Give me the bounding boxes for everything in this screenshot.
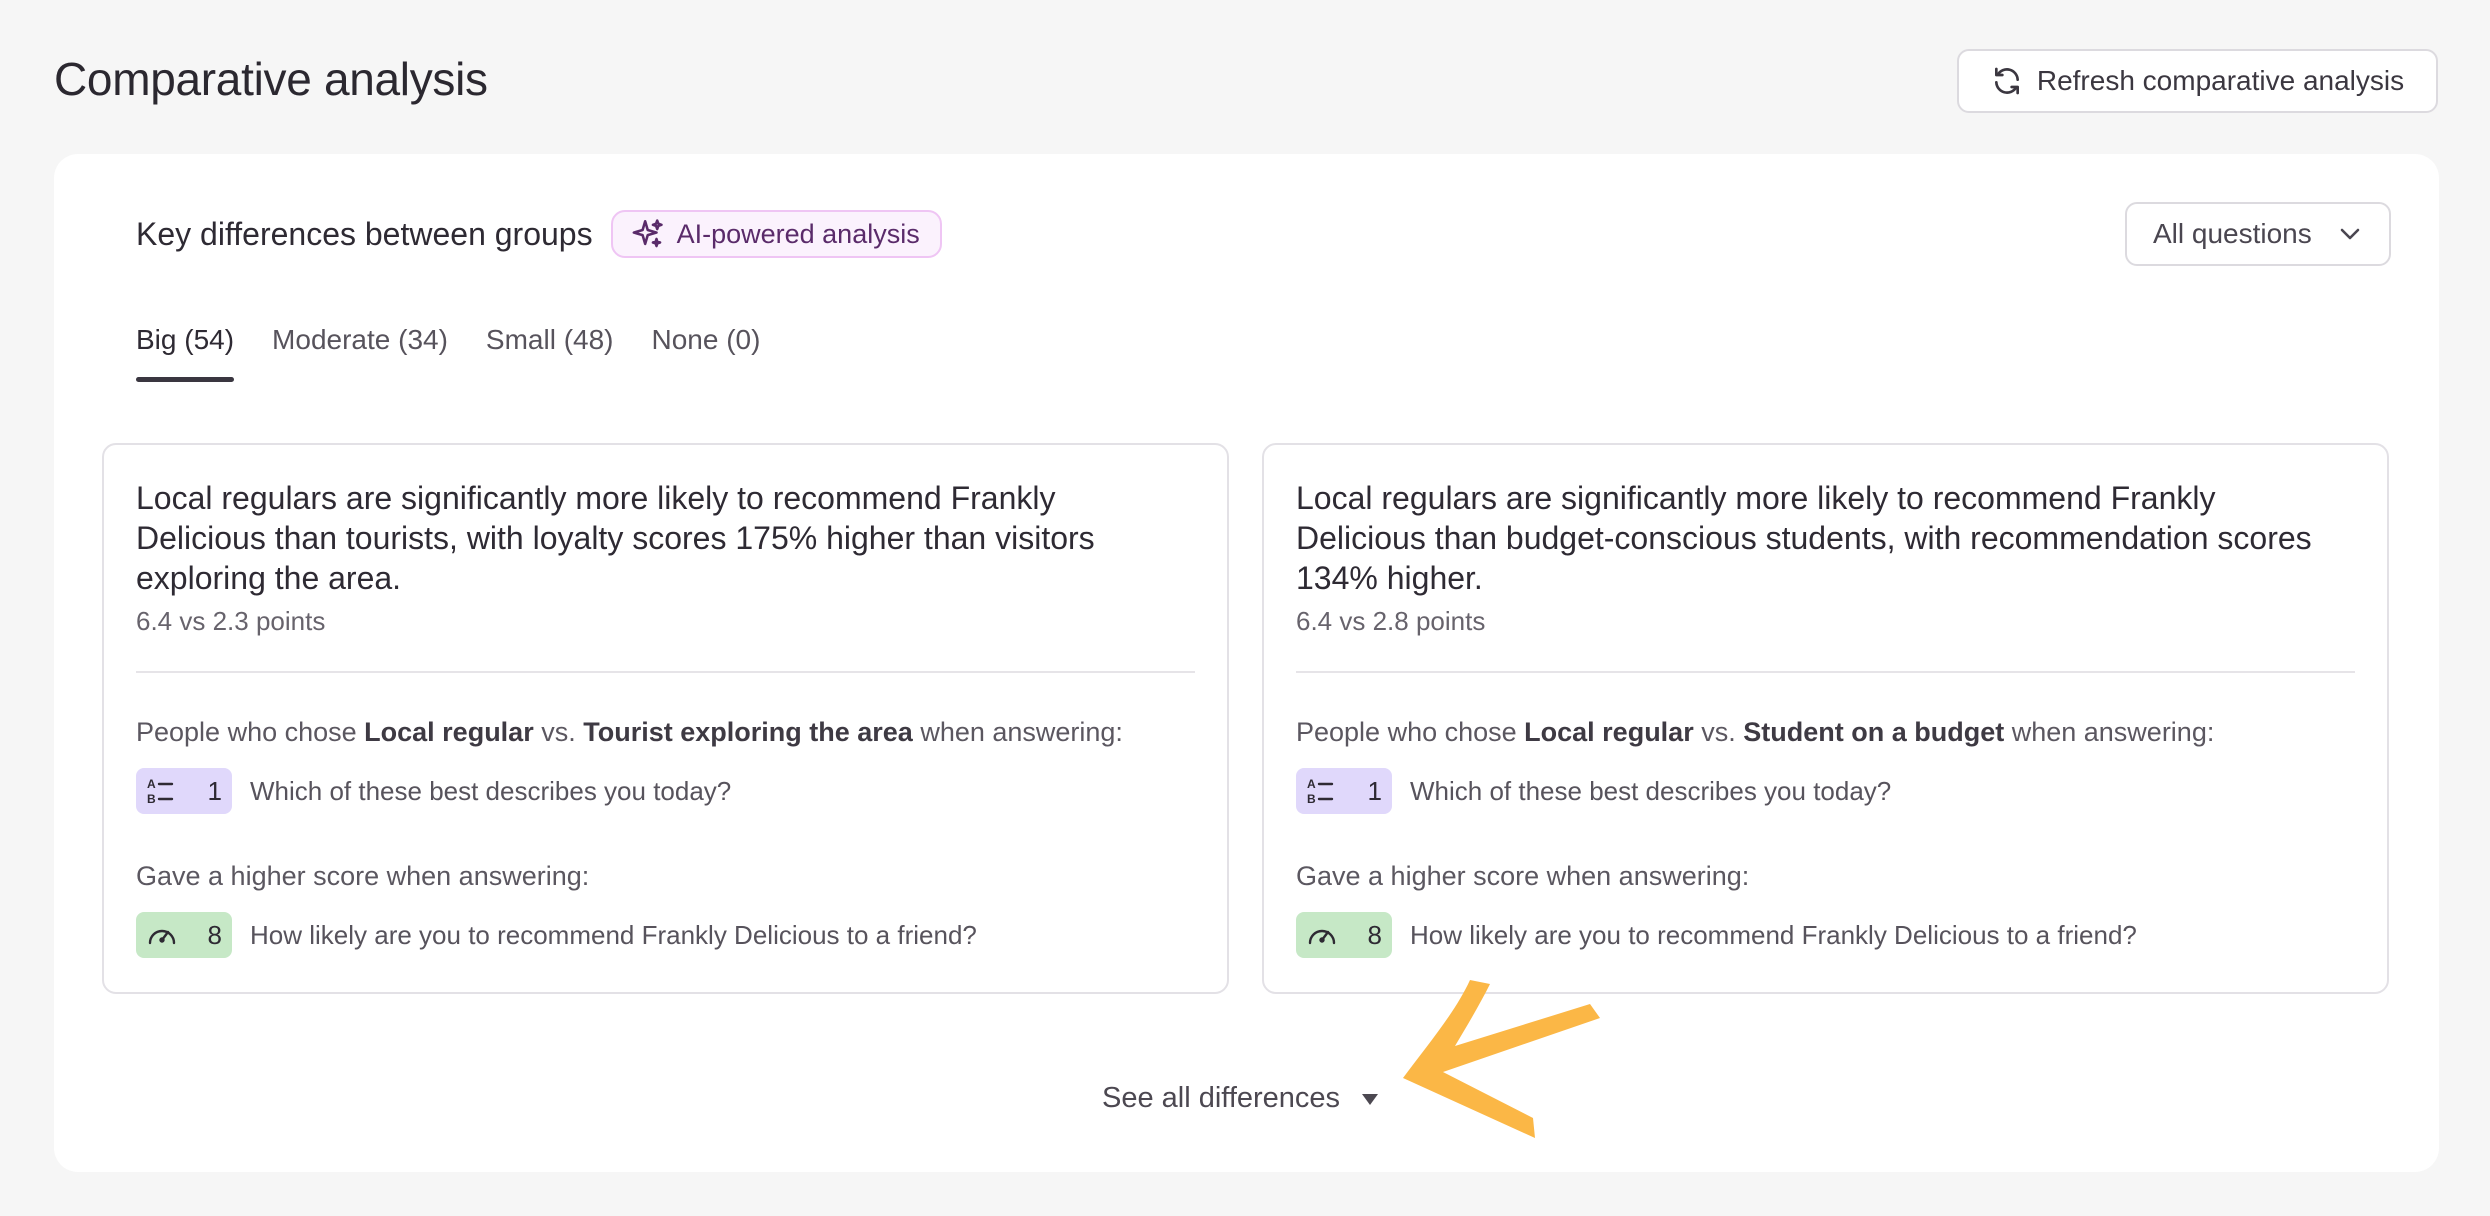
multiple-choice-icon: A B — [1307, 777, 1334, 806]
difference-card[interactable]: Local regulars are significantly more li… — [1262, 443, 2389, 994]
group-a-label: Local regular — [1524, 717, 1694, 747]
question-number: 1 — [207, 775, 222, 806]
card-headline: Local regulars are significantly more li… — [1296, 480, 2312, 596]
svg-text:B: B — [1307, 792, 1316, 806]
difference-size-tabs: Big (54) Moderate (34) Small (48) None (… — [136, 324, 760, 382]
question-chip: A B 1 — [136, 768, 232, 814]
card-comparison-text: People who chose Local regular vs. Stude… — [1296, 717, 2355, 748]
card-divider — [1296, 671, 2355, 673]
comparison-suffix: when answering: — [2004, 717, 2215, 747]
question-number: 1 — [1367, 775, 1382, 806]
higher-score-label: Gave a higher score when answering: — [1296, 861, 1750, 891]
card-metric: 6.4 vs 2.3 points — [136, 606, 326, 636]
question-text: Which of these best describes you today? — [1410, 775, 1892, 806]
question-row: 8 How likely are you to recommend Frankl… — [1296, 912, 2355, 958]
gauge-icon — [148, 929, 176, 945]
refresh-analysis-button[interactable]: Refresh comparative analysis — [1957, 49, 2438, 113]
sparkles-icon — [632, 219, 663, 248]
differences-panel: Key differences between groups AI-powere… — [54, 154, 2439, 1172]
difference-card[interactable]: Local regulars are significantly more li… — [102, 443, 1229, 994]
group-b-label: Tourist exploring the area — [583, 717, 913, 747]
svg-text:A: A — [1307, 777, 1316, 791]
question-text: How likely are you to recommend Frankly … — [1410, 919, 2137, 950]
comparison-vs: vs. — [533, 717, 584, 747]
question-text: Which of these best describes you today? — [250, 775, 732, 806]
questions-filter-value: All questions — [2153, 218, 2312, 249]
chevron-down-icon — [2340, 228, 2360, 240]
page-title: Comparative analysis — [54, 53, 488, 105]
question-chip: A B 1 — [1296, 768, 1392, 814]
multiple-choice-icon: A B — [147, 777, 174, 806]
group-a-label: Local regular — [364, 717, 534, 747]
refresh-button-label: Refresh comparative analysis — [2036, 65, 2405, 96]
higher-score-label: Gave a higher score when answering: — [136, 861, 590, 891]
svg-text:A: A — [147, 777, 156, 791]
comparison-prefix: People who chose — [1296, 717, 1525, 747]
ai-powered-badge: AI-powered analysis — [610, 210, 942, 258]
tab-moderate[interactable]: Moderate (34) — [272, 324, 448, 382]
card-metric: 6.4 vs 2.8 points — [1296, 606, 1486, 636]
card-headline: Local regulars are significantly more li… — [136, 480, 1095, 596]
question-chip: 8 — [136, 912, 232, 958]
question-row: 8 How likely are you to recommend Frankl… — [136, 912, 1195, 958]
see-all-differences-button[interactable]: See all differences — [1102, 1082, 1379, 1115]
gauge-icon — [1308, 929, 1336, 945]
tab-small[interactable]: Small (48) — [486, 324, 614, 382]
comparison-vs: vs. — [1693, 717, 1744, 747]
question-chip: 8 — [1296, 912, 1392, 958]
tab-none[interactable]: None (0) — [652, 324, 761, 382]
question-row: A B 1 Which of these best describes you … — [136, 768, 1195, 814]
caret-down-icon — [1362, 1094, 1379, 1105]
question-row: A B 1 Which of these best describes you … — [1296, 768, 2355, 814]
card-comparison-text: People who chose Local regular vs. Touri… — [136, 717, 1195, 748]
question-text: How likely are you to recommend Frankly … — [250, 919, 977, 950]
ai-badge-label: AI-powered analysis — [676, 218, 920, 249]
panel-header: Key differences between groups AI-powere… — [136, 209, 942, 259]
question-number: 8 — [1367, 919, 1382, 950]
questions-filter-select[interactable]: All questions — [2125, 202, 2391, 266]
group-b-label: Student on a budget — [1743, 717, 2005, 747]
comparison-prefix: People who chose — [136, 717, 365, 747]
annotation-arrow-icon — [1403, 980, 1600, 1138]
card-divider — [136, 671, 1195, 673]
see-all-label: See all differences — [1102, 1082, 1341, 1114]
tab-big[interactable]: Big (54) — [136, 324, 235, 382]
svg-text:B: B — [147, 792, 156, 806]
comparison-suffix: when answering: — [912, 717, 1123, 747]
panel-title: Key differences between groups — [136, 215, 593, 252]
question-number: 8 — [207, 919, 222, 950]
refresh-icon — [1994, 67, 2019, 95]
